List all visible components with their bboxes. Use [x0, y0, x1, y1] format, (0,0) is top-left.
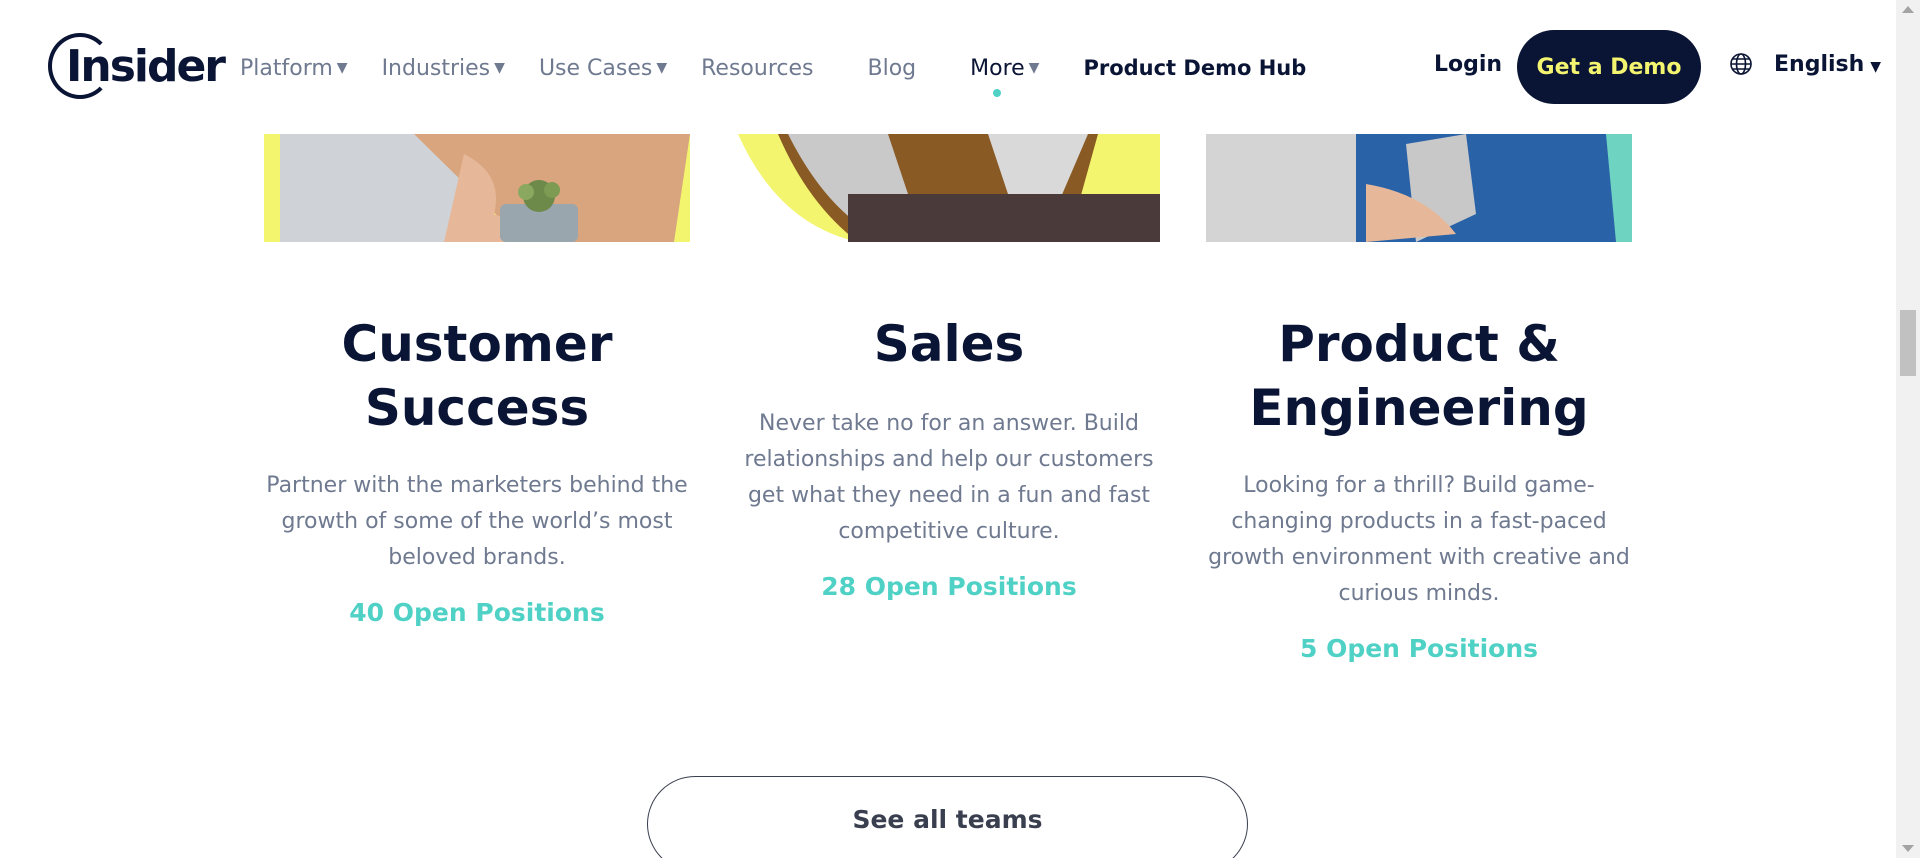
logo-text: Insider	[66, 41, 226, 92]
nav-industries[interactable]: Industries ▼	[382, 56, 505, 81]
see-all-teams-button[interactable]: See all teams	[647, 776, 1248, 858]
login-link[interactable]: Login	[1434, 52, 1502, 77]
site-header: Insider Platform ▼ Industries ▼ Use Case…	[0, 0, 1896, 134]
nav-blog[interactable]: Blog	[867, 56, 916, 81]
insider-logo[interactable]: Insider	[48, 33, 226, 103]
product-engineering-image	[1206, 134, 1632, 242]
team-title-line: Sales	[873, 315, 1025, 373]
nav-more[interactable]: More ▼	[970, 55, 1040, 97]
language-selector[interactable]: English ▼	[1774, 52, 1881, 77]
open-positions-link[interactable]: 28 Open Positions	[821, 572, 1076, 601]
nav-product-demo-hub[interactable]: Product Demo Hub	[1083, 56, 1306, 80]
team-title-line: Customer	[341, 315, 613, 373]
nav-label: Platform	[240, 55, 333, 81]
active-indicator-dot	[992, 88, 1001, 97]
chevron-down-icon: ▼	[336, 60, 348, 76]
vertical-scrollbar[interactable]	[1896, 0, 1920, 858]
chevron-down-icon: ▼	[656, 60, 668, 76]
nav-label: More	[970, 55, 1025, 81]
scrollbar-thumb[interactable]	[1900, 310, 1916, 376]
language-label: English	[1774, 52, 1865, 77]
scroll-up-arrow-icon[interactable]	[1902, 6, 1914, 13]
team-title-line: Engineering	[1249, 379, 1589, 437]
team-title-line: Success	[364, 379, 590, 437]
chevron-down-icon: ▼	[1028, 60, 1040, 76]
team-card-product-engineering: Product & Engineering Looking for a thri…	[1206, 312, 1632, 663]
sales-image	[738, 134, 1160, 242]
team-description: Partner with the marketers behind the gr…	[266, 473, 688, 570]
nav-platform[interactable]: Platform ▼	[240, 56, 348, 81]
scroll-down-arrow-icon[interactable]	[1902, 845, 1914, 852]
nav-label: Use Cases	[538, 55, 653, 81]
team-title: Sales	[738, 312, 1160, 376]
main-nav: Platform ▼ Industries ▼ Use Cases ▼ Reso…	[240, 50, 1340, 97]
get-a-demo-button[interactable]: Get a Demo	[1517, 30, 1701, 104]
nav-resources[interactable]: Resources	[701, 56, 813, 81]
nav-use-cases[interactable]: Use Cases ▼	[539, 56, 667, 81]
team-description: Looking for a thrill? Build game-changin…	[1208, 473, 1630, 606]
team-title-line: Product &	[1278, 315, 1560, 373]
chevron-down-icon: ▼	[1870, 59, 1882, 75]
nav-label: Blog	[867, 55, 917, 81]
team-description: Never take no for an answer. Build relat…	[744, 411, 1154, 544]
globe-icon[interactable]	[1729, 52, 1753, 76]
team-card-customer-success: Customer Success Partner with the market…	[264, 312, 690, 627]
team-card-sales: Sales Never take no for an answer. Build…	[738, 312, 1160, 601]
team-title: Product & Engineering	[1206, 312, 1632, 440]
nav-label: Industries	[381, 55, 491, 81]
chevron-down-icon: ▼	[494, 60, 505, 76]
nav-label: Resources	[701, 55, 814, 81]
customer-success-image	[264, 134, 690, 242]
open-positions-link[interactable]: 5 Open Positions	[1300, 634, 1538, 663]
open-positions-link[interactable]: 40 Open Positions	[349, 598, 604, 627]
team-title: Customer Success	[264, 312, 690, 440]
